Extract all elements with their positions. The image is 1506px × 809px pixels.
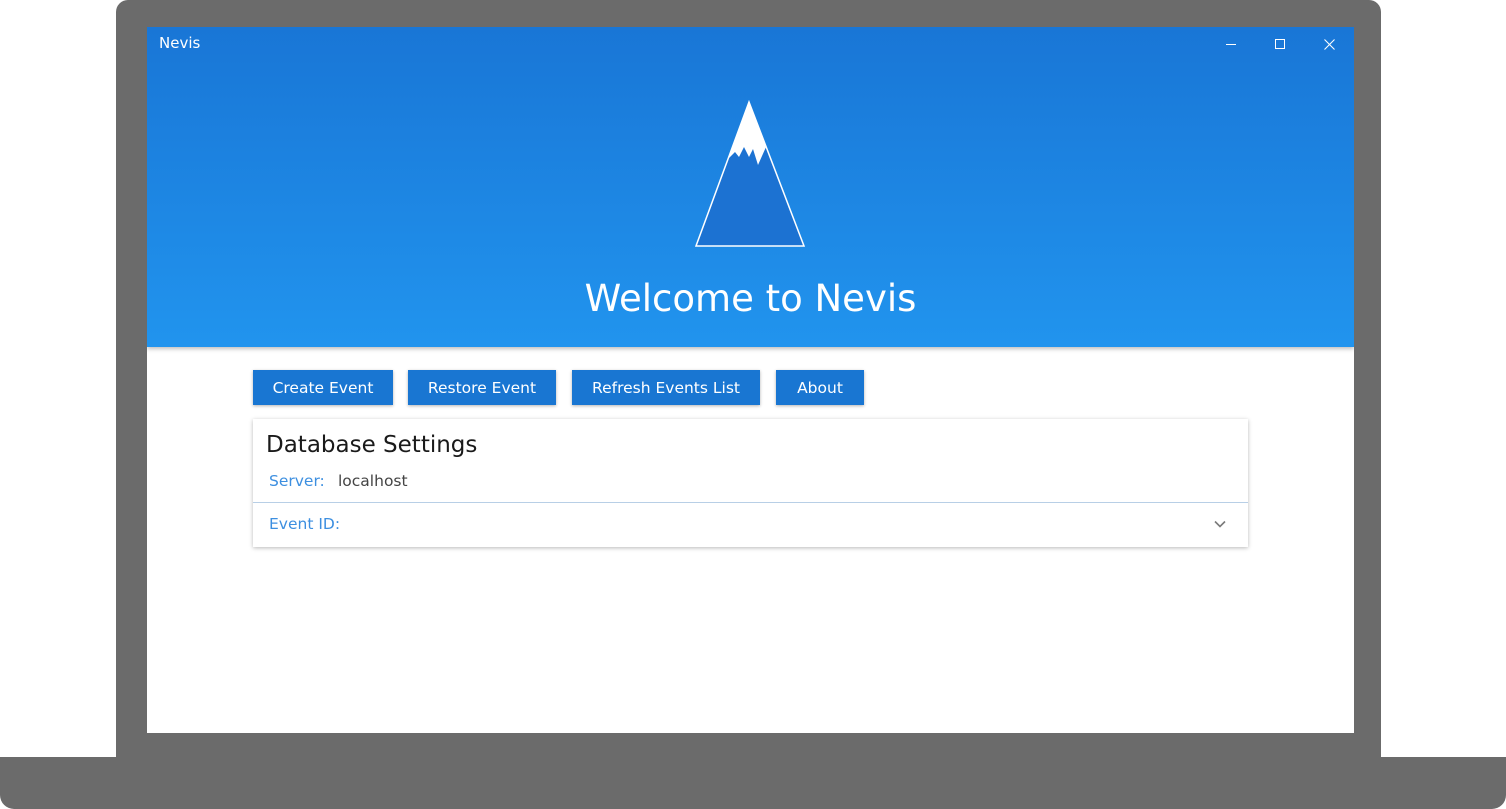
app-window: Nevis Welcome to Nevis Create Event Rest…: [147, 27, 1354, 733]
close-icon: [1323, 38, 1335, 50]
minimize-icon: [1226, 44, 1236, 45]
event-id-label: Event ID:: [269, 515, 341, 533]
chevron-down-icon: [1214, 520, 1226, 528]
maximize-icon: [1275, 39, 1285, 49]
welcome-title: Welcome to Nevis: [584, 277, 917, 320]
mountain-logo-icon: [695, 99, 806, 247]
minimize-button[interactable]: [1213, 31, 1249, 57]
restore-event-button[interactable]: Restore Event: [408, 370, 556, 405]
about-button[interactable]: About: [776, 370, 864, 405]
refresh-events-button[interactable]: Refresh Events List: [572, 370, 760, 405]
event-id-select[interactable]: Event ID:: [253, 503, 1248, 547]
server-label: Server:: [269, 472, 325, 490]
database-settings-card: Database Settings Server: localhost Even…: [253, 419, 1248, 547]
laptop-base: [0, 757, 1506, 809]
create-event-button[interactable]: Create Event: [253, 370, 393, 405]
close-button[interactable]: [1311, 31, 1347, 57]
app-title: Nevis: [159, 34, 201, 52]
database-settings-title: Database Settings: [266, 432, 478, 458]
server-value: localhost: [338, 472, 408, 490]
hero-header: Nevis Welcome to Nevis: [147, 27, 1354, 347]
maximize-button[interactable]: [1262, 31, 1298, 57]
